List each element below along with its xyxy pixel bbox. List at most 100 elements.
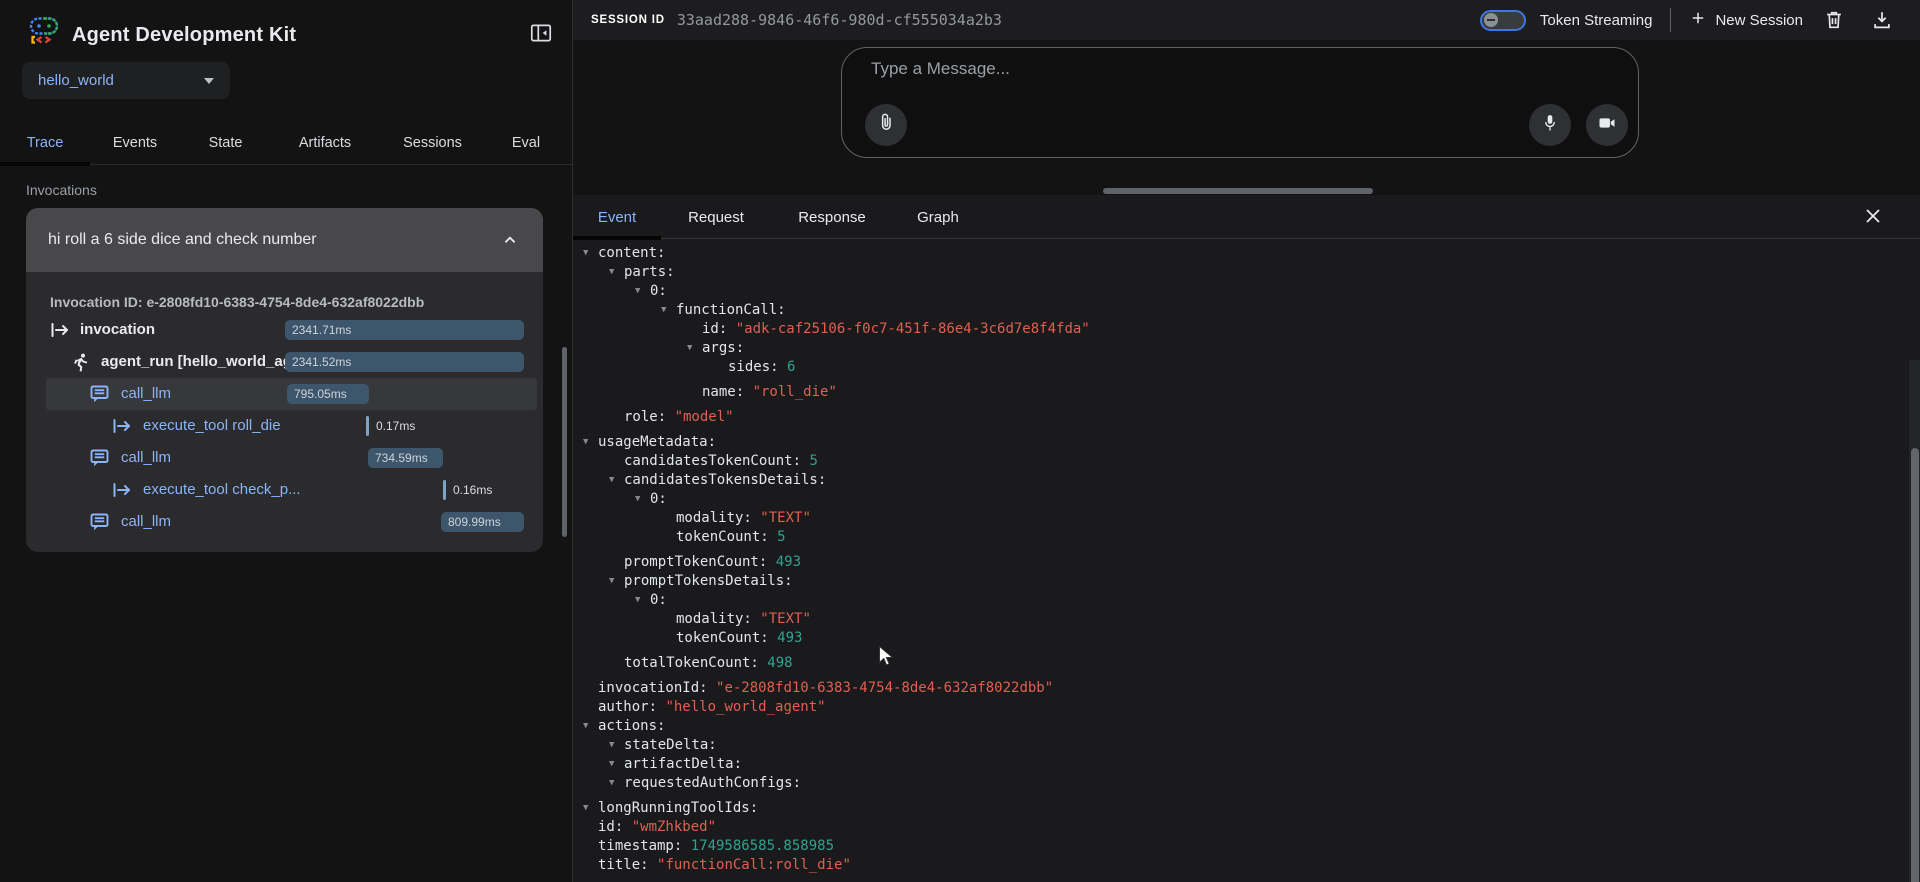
microphone-button[interactable] bbox=[1529, 104, 1571, 146]
json-key: title: bbox=[598, 856, 657, 875]
json-line-tokenCount: tokenCount: 5 bbox=[573, 528, 1903, 547]
adk-logo-icon bbox=[28, 14, 60, 46]
json-value: "model" bbox=[675, 408, 734, 427]
agent-select-dropdown[interactable]: hello_world bbox=[22, 62, 230, 99]
duration-bar: 734.59ms bbox=[368, 448, 443, 468]
json-line-totalTokenCount: totalTokenCount: 498 bbox=[573, 654, 1903, 673]
tab-eval[interactable]: Eval bbox=[486, 121, 566, 165]
trace-row-agent_run[interactable]: agent_run [hello_world_agent]2341.52ms bbox=[26, 346, 543, 378]
json-line-actions[interactable]: ▼actions: bbox=[573, 717, 1903, 736]
json-line-promptTokensDetails[interactable]: ▼promptTokensDetails: bbox=[573, 572, 1903, 591]
message-input-box[interactable]: Type a Message... bbox=[841, 47, 1639, 158]
tab-sessions[interactable]: Sessions bbox=[379, 121, 486, 165]
chat-icon bbox=[90, 513, 109, 537]
sidebar-tab-bar: TraceEventsStateArtifactsSessionsEval bbox=[0, 121, 572, 165]
expand-triangle-icon[interactable]: ▼ bbox=[609, 572, 624, 591]
indent-spacer bbox=[661, 528, 676, 547]
invocation-card-header[interactable]: hi roll a 6 side dice and check number bbox=[26, 208, 543, 272]
chat-icon bbox=[90, 449, 109, 473]
json-value: "TEXT" bbox=[760, 509, 811, 528]
json-line-content[interactable]: ▼content: bbox=[573, 244, 1903, 263]
topbar-divider bbox=[1670, 8, 1671, 32]
expand-triangle-icon[interactable]: ▼ bbox=[609, 471, 624, 490]
expand-triangle-icon[interactable]: ▼ bbox=[661, 301, 676, 320]
download-session-button[interactable] bbox=[1865, 3, 1899, 37]
attach-file-button[interactable] bbox=[865, 104, 907, 146]
json-line-0[interactable]: ▼0: bbox=[573, 282, 1903, 301]
json-key: modality: bbox=[676, 610, 760, 629]
json-value: "e-2808fd10-6383-4754-8de4-632af8022dbb" bbox=[716, 679, 1053, 698]
json-key: role: bbox=[624, 408, 675, 427]
json-line-author: author: "hello_world_agent" bbox=[573, 698, 1903, 717]
tab-state[interactable]: State bbox=[180, 121, 271, 165]
duration-bar: 795.05ms bbox=[287, 384, 369, 404]
token-streaming-toggle[interactable] bbox=[1480, 10, 1526, 31]
mouse-cursor bbox=[878, 645, 895, 673]
trace-row-call_llm[interactable]: call_llm795.05ms bbox=[26, 378, 543, 410]
expand-triangle-icon[interactable]: ▼ bbox=[583, 799, 598, 818]
trace-row-call_llm[interactable]: call_llm734.59ms bbox=[26, 442, 543, 474]
json-value: 498 bbox=[767, 654, 792, 673]
video-button[interactable] bbox=[1586, 104, 1628, 146]
tab-artifacts[interactable]: Artifacts bbox=[271, 121, 379, 165]
json-key: longRunningToolIds: bbox=[598, 799, 767, 818]
json-line-parts[interactable]: ▼parts: bbox=[573, 263, 1903, 282]
expand-triangle-icon[interactable]: ▼ bbox=[609, 774, 624, 793]
details-tab-request[interactable]: Request bbox=[661, 195, 771, 239]
duration-bar bbox=[366, 416, 369, 436]
details-tab-bar: EventRequestResponseGraph bbox=[573, 195, 1920, 239]
trace-row-call_llm[interactable]: call_llm809.99ms bbox=[26, 506, 543, 538]
json-line-functionCall[interactable]: ▼functionCall: bbox=[573, 301, 1903, 320]
trace-row-invocation[interactable]: invocation2341.71ms bbox=[26, 314, 543, 346]
horizontal-scrollbar[interactable] bbox=[1103, 188, 1373, 194]
json-line-stateDelta[interactable]: ▼stateDelta: bbox=[573, 736, 1903, 755]
new-session-button[interactable]: New Session bbox=[1689, 9, 1803, 31]
collapse-sidebar-icon[interactable] bbox=[528, 20, 556, 48]
json-line-args[interactable]: ▼args: bbox=[573, 339, 1903, 358]
details-scrollbar-thumb[interactable] bbox=[1911, 448, 1919, 882]
delete-session-button[interactable] bbox=[1817, 3, 1851, 37]
expand-triangle-icon[interactable]: ▼ bbox=[583, 433, 598, 452]
details-tab-graph[interactable]: Graph bbox=[893, 195, 983, 239]
tab-trace[interactable]: Trace bbox=[0, 121, 90, 165]
json-line-candidatesTokenCount: candidatesTokenCount: 5 bbox=[573, 452, 1903, 471]
json-key: modality: bbox=[676, 509, 760, 528]
duration-label: 0.17ms bbox=[376, 416, 415, 436]
json-line-artifactDelta[interactable]: ▼artifactDelta: bbox=[573, 755, 1903, 774]
indent-spacer bbox=[609, 654, 624, 673]
expand-triangle-icon[interactable]: ▼ bbox=[635, 490, 650, 509]
expand-triangle-icon[interactable]: ▼ bbox=[635, 282, 650, 301]
expand-triangle-icon[interactable]: ▼ bbox=[583, 244, 598, 263]
event-details-panel: EventRequestResponseGraph ▼content: ▼par… bbox=[573, 195, 1920, 882]
json-value: "roll_die" bbox=[753, 383, 837, 402]
json-key: candidatesTokensDetails: bbox=[624, 471, 835, 490]
sidebar-scrollbar[interactable] bbox=[562, 347, 567, 537]
json-line-0[interactable]: ▼0: bbox=[573, 591, 1903, 610]
indent-spacer bbox=[583, 679, 598, 698]
json-line-longRunningToolIds[interactable]: ▼longRunningToolIds: bbox=[573, 799, 1903, 818]
expand-triangle-icon[interactable]: ▼ bbox=[687, 339, 702, 358]
chevron-up-icon[interactable] bbox=[499, 229, 521, 251]
expand-triangle-icon[interactable]: ▼ bbox=[583, 717, 598, 736]
expand-triangle-icon[interactable]: ▼ bbox=[635, 591, 650, 610]
expand-triangle-icon[interactable]: ▼ bbox=[609, 736, 624, 755]
json-line-candidatesTokensDetails[interactable]: ▼candidatesTokensDetails: bbox=[573, 471, 1903, 490]
session-id-value: 33aad288-9846-46f6-980d-cf555034a2b3 bbox=[677, 11, 1002, 29]
indent-spacer bbox=[713, 358, 728, 377]
json-line-0[interactable]: ▼0: bbox=[573, 490, 1903, 509]
json-key: name: bbox=[702, 383, 753, 402]
chevron-down-icon bbox=[204, 78, 214, 84]
json-line-sides: sides: 6 bbox=[573, 358, 1903, 377]
close-details-button[interactable] bbox=[1861, 204, 1887, 230]
trace-row-execute_tool[interactable]: execute_tool roll_die0.17ms bbox=[26, 410, 543, 442]
details-tab-response[interactable]: Response bbox=[771, 195, 893, 239]
json-line-usageMetadata[interactable]: ▼usageMetadata: bbox=[573, 433, 1903, 452]
details-tab-event[interactable]: Event bbox=[573, 195, 661, 239]
start-blue-icon bbox=[112, 417, 132, 440]
expand-triangle-icon[interactable]: ▼ bbox=[609, 755, 624, 774]
expand-triangle-icon[interactable]: ▼ bbox=[609, 263, 624, 282]
tab-events[interactable]: Events bbox=[90, 121, 180, 165]
json-line-requestedAuthConfigs[interactable]: ▼requestedAuthConfigs: bbox=[573, 774, 1903, 793]
sidebar: Agent Development Kit hello_world TraceE… bbox=[0, 0, 572, 882]
trace-row-execute_tool[interactable]: execute_tool check_p...0.16ms bbox=[26, 474, 543, 506]
